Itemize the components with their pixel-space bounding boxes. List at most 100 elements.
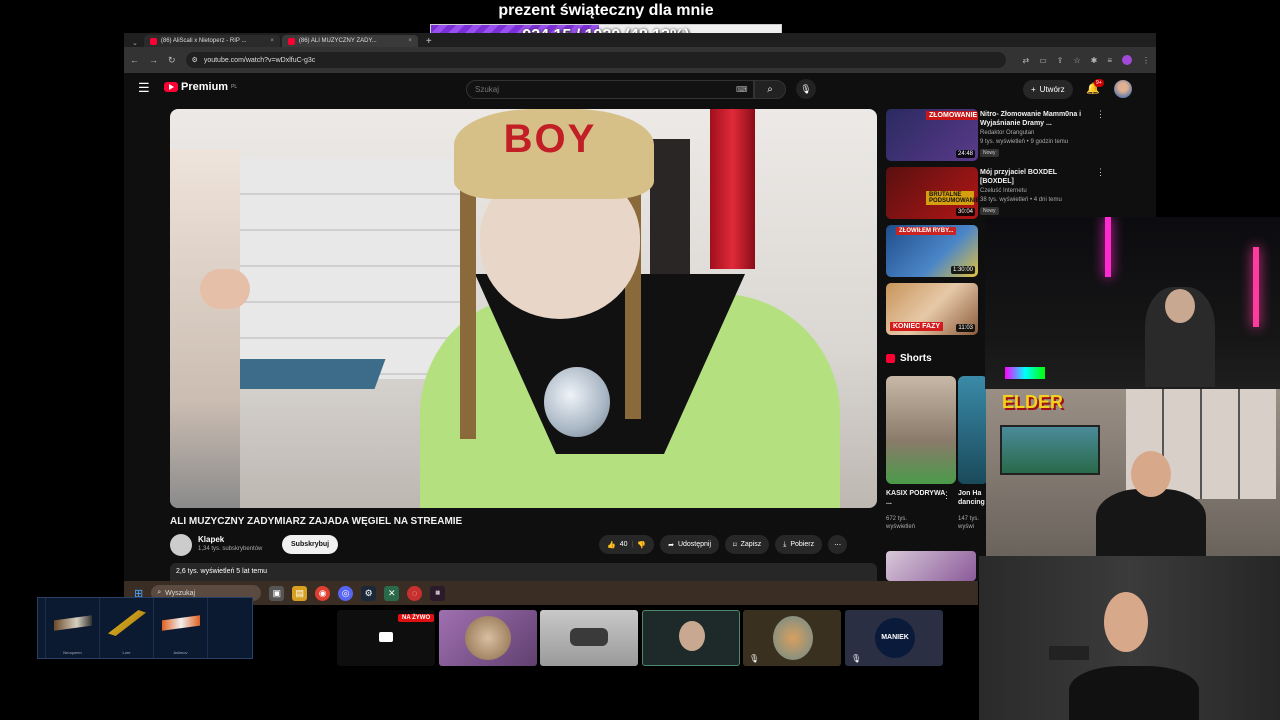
like-count[interactable]: 40 <box>620 541 628 548</box>
app-icon[interactable]: ▦ <box>430 585 446 601</box>
channel-avatar[interactable] <box>170 534 192 556</box>
short-meta: 672 tys. wyświetleń <box>886 516 916 530</box>
recommendation-channel[interactable]: Czeluść Internetu <box>980 188 1027 194</box>
voice-search-button[interactable]: 🎙 <box>796 79 816 99</box>
youtube-header: ☰ Premium PL ⌨ ⌕ 🎙 + Utwórz 🔔 9+ <box>124 73 1156 103</box>
search-input[interactable] <box>466 80 754 99</box>
screen-share-icon <box>379 632 393 642</box>
ad-thumbnail[interactable] <box>886 551 976 581</box>
search-icon: ⌕ <box>767 84 773 95</box>
video-player[interactable]: BOY <box>170 109 877 508</box>
forward-icon[interactable]: → <box>149 55 158 65</box>
hat-lettering: BOY <box>503 117 597 161</box>
close-icon[interactable]: × <box>270 38 274 44</box>
browser-tab-label: (86) AliScali x Nietoperz - RIP ... <box>160 38 247 44</box>
tab-search-icon[interactable]: ⌄ <box>128 39 142 47</box>
recommendation-title[interactable]: Nitro- Złomowanie Mamm0na i Wyjaśnianie … <box>980 110 1086 128</box>
webcam-aquarium-room: ELDER <box>986 389 1280 556</box>
duration-badge: 11:03 <box>956 324 975 332</box>
task-view-icon[interactable]: ▣ <box>269 585 285 601</box>
url-field[interactable]: ⚙ youtube.com/watch?v=wDxlfuC-g3c <box>185 52 1006 68</box>
file-explorer-icon[interactable]: ▤ <box>292 585 308 601</box>
discord-icon[interactable]: ◎ <box>338 585 354 601</box>
bookmark-icon: ⌑ <box>733 541 737 549</box>
shorts-heading: Shorts <box>886 353 932 364</box>
viewer-tile[interactable]: 🎙 <box>743 610 841 666</box>
like-icon[interactable]: 👍 <box>607 541 616 549</box>
viewer-tile-speaking[interactable] <box>642 610 740 666</box>
recommendation-title[interactable]: Mój przyjaciel BOXDEL [BOXDEL] <box>980 168 1086 186</box>
neon-light <box>1253 247 1259 327</box>
save-button[interactable]: ⌑ Zapisz <box>725 535 770 554</box>
more-dots-icon: ⋯ <box>834 541 842 549</box>
extensions-icon[interactable]: ✱ <box>1091 56 1098 65</box>
live-badge: NA ŻYWO <box>398 614 435 622</box>
share-label: Udostępnij <box>677 541 712 548</box>
back-icon[interactable]: ← <box>130 55 139 65</box>
viewer-tile[interactable] <box>540 610 638 666</box>
car-avatar <box>570 628 608 646</box>
subscribe-button[interactable]: Subskrybuj <box>282 535 339 554</box>
steam-icon[interactable]: ⚙ <box>361 585 377 601</box>
skin-name: Asiimov <box>173 650 188 655</box>
channel-name[interactable]: Klapek <box>198 535 224 544</box>
share-icon[interactable]: ⇪ <box>1057 56 1064 65</box>
browser-tab-1[interactable]: (86) AliScali x Nietoperz - RIP ... × <box>143 35 280 47</box>
recommendation-thumbnail[interactable]: ZŁOWIŁEM RYBY... 1:30:00 <box>886 225 978 277</box>
app-icon[interactable]: ◌ <box>407 585 423 601</box>
tab-strip: ⌄ (86) AliScali x Nietoperz - RIP ... × … <box>124 33 1156 47</box>
chrome-icon[interactable]: ◉ <box>315 585 331 601</box>
kebab-menu-icon[interactable]: ⋮ <box>942 490 951 501</box>
download-button[interactable]: ⤓ Pobierz <box>775 535 823 554</box>
share-button[interactable]: ➦ Udostępnij <box>660 535 720 554</box>
translate-icon[interactable]: ⇄ <box>1022 56 1029 65</box>
youtube-logo[interactable]: Premium PL <box>164 81 237 93</box>
close-icon[interactable]: × <box>408 38 412 44</box>
search-button[interactable]: ⌕ <box>754 80 786 99</box>
short-title[interactable]: KASIX PODRYWA ... <box>886 489 946 507</box>
kebab-menu-icon[interactable]: ⋮ <box>1096 109 1105 120</box>
recommendation-thumbnail[interactable]: ZŁOMOWANIE 24:48 <box>886 109 978 161</box>
site-info-icon[interactable]: ⚙ <box>192 56 198 64</box>
viewer-tile[interactable]: MANIEK 🎙 <box>845 610 943 666</box>
red-curtain <box>710 109 755 269</box>
description-box[interactable]: 2,6 tys. wyświetleń 5 lat temu <box>170 563 877 581</box>
streamer-head <box>1131 451 1171 497</box>
xbox-icon[interactable]: ✕ <box>384 585 400 601</box>
recommendation-item[interactable]: BRUTALNE PODSUMOWANIE 30:04 Mój przyjaci… <box>886 167 1105 219</box>
browser-tab-2[interactable]: (86) ALI MUZYCZNY ZADY... × <box>281 35 418 47</box>
media-icon[interactable]: ≡ <box>1107 56 1112 65</box>
reload-icon[interactable]: ↻ <box>168 55 176 66</box>
new-tab-icon[interactable]: + <box>420 36 438 47</box>
kebab-menu-icon[interactable]: ⋮ <box>1096 167 1105 178</box>
menu-dots-icon[interactable]: ⋮ <box>1142 56 1150 65</box>
short-thumbnail[interactable] <box>886 376 956 484</box>
dislike-icon[interactable]: 👎 <box>637 541 646 549</box>
search-icon: ⌕ <box>157 589 162 596</box>
skin-name: Neoqueen <box>63 650 82 655</box>
skins-widget: Neoqueen Lore Asiimov <box>37 597 253 659</box>
recommendation-thumbnail[interactable]: KONIEC FAZY 11:03 <box>886 283 978 335</box>
bookmark-star-icon[interactable]: ☆ <box>1073 56 1080 65</box>
short-meta: 147 tys. wyświ <box>958 516 980 530</box>
create-button[interactable]: + Utwórz <box>1023 80 1073 99</box>
cast-icon[interactable]: ▭ <box>1039 56 1047 65</box>
streamer-head <box>1104 592 1148 652</box>
profile-avatar[interactable] <box>1122 55 1132 65</box>
viewer-tile[interactable] <box>439 610 537 666</box>
short-thumbnail[interactable] <box>958 376 988 484</box>
shorts-icon <box>886 354 895 363</box>
recommendation-channel[interactable]: Redaktor Orangutan <box>980 130 1034 136</box>
short-title[interactable]: Jon Ha dancing <box>958 489 988 507</box>
hamburger-menu-icon[interactable]: ☰ <box>138 80 150 96</box>
skin-card: Asiimov <box>154 598 208 658</box>
streamer-body <box>1069 666 1199 720</box>
more-actions-button[interactable]: ⋯ <box>828 535 848 554</box>
thumbnail-text: ZŁOMOWANIE <box>926 111 978 120</box>
recommendation-item[interactable]: ZŁOMOWANIE 24:48 Nitro- Złomowanie Mamm0… <box>886 109 1105 161</box>
keyboard-icon[interactable]: ⌨ <box>736 85 748 94</box>
duration-badge: 30:04 <box>955 208 975 216</box>
account-avatar[interactable] <box>1114 80 1132 98</box>
microphone <box>1049 646 1089 660</box>
recommendation-thumbnail[interactable]: BRUTALNE PODSUMOWANIE 30:04 <box>886 167 978 219</box>
